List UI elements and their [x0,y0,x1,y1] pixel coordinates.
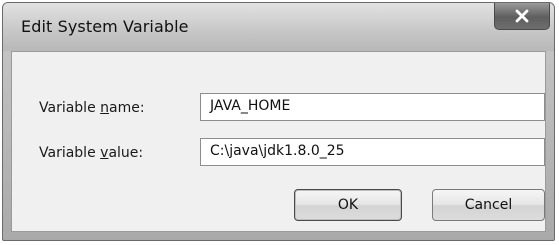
variable-value-input[interactable]: C:\java\jdk1.8.0_25 [200,138,545,166]
cancel-button[interactable]: Cancel [432,189,545,221]
variable-value-label: Variable value: [39,145,144,161]
close-icon [514,9,530,23]
title-bar[interactable]: Edit System Variable [3,3,554,51]
close-button[interactable] [494,3,550,30]
variable-name-input[interactable]: JAVA_HOME [200,93,545,121]
ok-button[interactable]: OK [294,189,402,221]
variable-name-label: Variable name: [39,100,145,116]
dialog-title: Edit System Variable [21,17,189,36]
edit-system-variable-dialog: Edit System Variable Variable name: JAVA… [2,2,555,241]
dialog-body: Variable name: JAVA_HOME Variable value:… [11,51,546,232]
